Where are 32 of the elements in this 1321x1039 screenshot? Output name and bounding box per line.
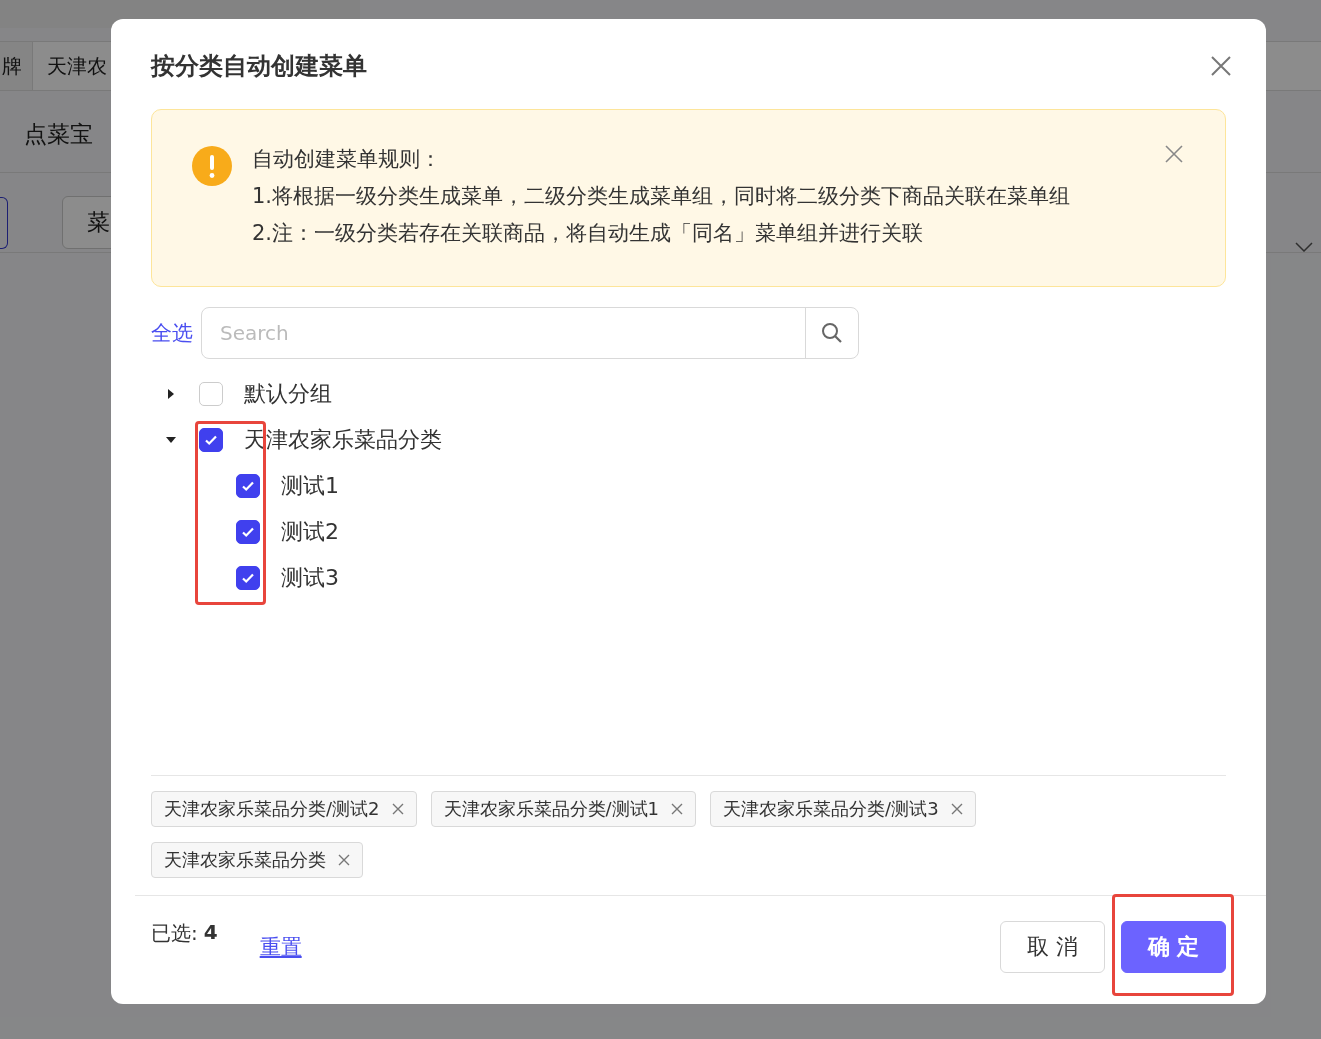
close-icon[interactable] [1210, 55, 1232, 77]
close-icon[interactable] [950, 803, 963, 815]
alert-text: 1.将根据一级分类生成菜单，二级分类生成菜单组，同时将二级分类下商品关联在菜单组 [252, 183, 1071, 210]
alert-text: 自动创建菜单规则： [252, 146, 442, 173]
select-all-link[interactable]: 全选 [151, 319, 193, 347]
reset-link[interactable]: 重置 [259, 933, 302, 961]
checkbox[interactable] [236, 566, 260, 590]
tag-label: 天津农家乐菜品分类/测试1 [443, 797, 660, 821]
cancel-button[interactable]: 取 消 [1000, 921, 1105, 973]
selected-label: 已选: [151, 920, 198, 947]
confirm-button[interactable]: 确 定 [1121, 921, 1226, 973]
warning-icon [192, 146, 232, 186]
selected-count: 4 [203, 920, 218, 944]
alert-text: 2.注：一级分类若存在关联商品，将自动生成「同名」菜单组并进行关联 [252, 220, 925, 247]
checkbox[interactable] [199, 428, 223, 452]
close-icon[interactable] [391, 803, 404, 815]
checkbox[interactable] [236, 474, 260, 498]
close-icon[interactable] [1165, 145, 1183, 163]
outlined-tab[interactable] [0, 196, 8, 249]
dialog-title: 按分类自动创建菜单 [151, 51, 367, 82]
tree-item[interactable]: 测试2 [281, 517, 339, 547]
tag-label: 天津农家乐菜品分类 [164, 848, 326, 872]
tree-item[interactable]: 默认分组 [244, 379, 332, 409]
tag-label: 天津农家乐菜品分类/测试2 [164, 797, 380, 821]
store-tab[interactable]: 牌 [0, 42, 33, 90]
tree-item[interactable]: 测试3 [281, 563, 339, 593]
chevron-down-icon[interactable] [1295, 242, 1313, 252]
close-icon[interactable] [671, 803, 684, 815]
tree-item[interactable]: 测试1 [281, 471, 339, 501]
close-icon[interactable] [338, 854, 350, 866]
checkbox[interactable] [236, 520, 260, 544]
tag-label: 天津农家乐菜品分类/测试3 [723, 797, 939, 821]
